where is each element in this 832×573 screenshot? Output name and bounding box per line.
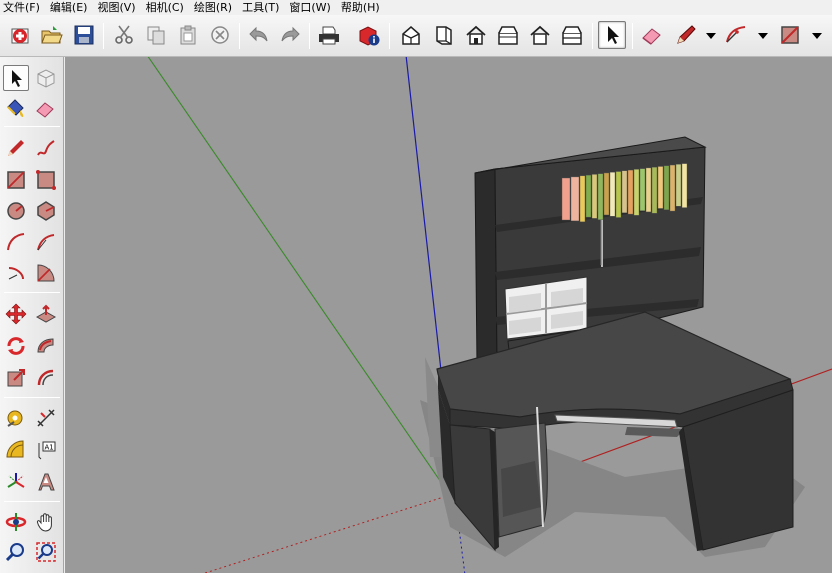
arc-icon[interactable] xyxy=(722,21,750,49)
sketchup-window: 文件(F) 编辑(E) 视图(V) 相机(C) 绘图(R) 工具(T) 窗口(W… xyxy=(0,0,832,573)
polygon-icon[interactable] xyxy=(33,198,59,224)
book xyxy=(615,171,622,218)
rotate-icon[interactable] xyxy=(3,333,29,359)
rectangle-dropdown-icon[interactable] xyxy=(812,33,822,39)
3d-text-icon[interactable] xyxy=(33,469,59,495)
menu-tools[interactable]: 工具(T) xyxy=(238,0,285,15)
model-info-icon[interactable] xyxy=(355,21,383,49)
menu-file[interactable]: 文件(F) xyxy=(0,0,46,15)
paint-bucket-icon[interactable] xyxy=(3,95,29,121)
book xyxy=(645,167,652,213)
book xyxy=(621,170,628,214)
book xyxy=(681,163,688,208)
select-arrow-icon[interactable] xyxy=(598,21,626,49)
eraser-icon[interactable] xyxy=(33,95,59,121)
left-tool-palette: A1 xyxy=(0,57,64,573)
undo-icon[interactable] xyxy=(245,21,273,49)
redo-icon[interactable] xyxy=(276,21,304,49)
move-icon[interactable] xyxy=(3,301,29,327)
pencil-line-icon[interactable] xyxy=(672,21,700,49)
zoom-window-icon[interactable] xyxy=(33,539,59,565)
arc-icon[interactable] xyxy=(3,229,29,255)
book xyxy=(603,172,610,216)
menu-camera[interactable]: 相机(C) xyxy=(142,0,190,15)
front-view-icon[interactable] xyxy=(462,21,490,49)
rectangle-icon[interactable] xyxy=(776,21,804,49)
orbit-icon[interactable] xyxy=(3,509,29,535)
book xyxy=(579,175,586,223)
dimension-icon[interactable] xyxy=(33,405,59,431)
copy-icon[interactable] xyxy=(142,21,170,49)
book xyxy=(627,169,634,215)
book xyxy=(585,174,592,218)
print-icon[interactable] xyxy=(315,21,343,49)
rectangle-icon[interactable] xyxy=(3,167,29,193)
top-view-icon[interactable] xyxy=(430,21,458,49)
push-pull-icon[interactable] xyxy=(33,301,59,327)
scale-icon[interactable] xyxy=(3,365,29,391)
circle-icon[interactable] xyxy=(3,198,29,224)
menu-view[interactable]: 视图(V) xyxy=(93,0,141,15)
freehand-icon[interactable] xyxy=(33,135,59,161)
book xyxy=(663,165,670,210)
follow-me-icon[interactable] xyxy=(33,333,59,359)
book xyxy=(609,172,616,217)
erase-delete-icon[interactable] xyxy=(206,21,234,49)
menu-draw[interactable]: 绘图(R) xyxy=(190,0,238,15)
axes-icon[interactable] xyxy=(3,469,29,495)
book xyxy=(591,174,598,219)
zoom-icon[interactable] xyxy=(3,539,29,565)
model-scene xyxy=(65,57,832,573)
tape-measure-icon[interactable] xyxy=(3,405,29,431)
menu-help[interactable]: 帮助(H) xyxy=(337,0,386,15)
book xyxy=(675,164,682,207)
iso-view-icon[interactable] xyxy=(397,21,425,49)
new-file-icon[interactable] xyxy=(6,21,34,49)
left-view-icon[interactable] xyxy=(558,21,586,49)
book xyxy=(570,176,580,222)
pie-icon[interactable] xyxy=(33,260,59,286)
paste-icon[interactable] xyxy=(174,21,202,49)
pan-hand-icon[interactable] xyxy=(33,509,59,535)
component-icon[interactable] xyxy=(33,65,59,91)
cut-icon[interactable] xyxy=(110,21,138,49)
menu-edit[interactable]: 编辑(E) xyxy=(46,0,94,15)
menu-window[interactable]: 窗口(W) xyxy=(285,0,336,15)
open-folder-icon[interactable] xyxy=(38,21,66,49)
line-pencil-icon[interactable] xyxy=(3,135,29,161)
book xyxy=(651,166,658,214)
book xyxy=(657,166,664,209)
book xyxy=(633,169,640,216)
eraser-icon[interactable] xyxy=(638,21,666,49)
book xyxy=(561,177,571,221)
back-view-icon[interactable] xyxy=(526,21,554,49)
rotated-rectangle-icon[interactable] xyxy=(33,167,59,193)
book xyxy=(597,173,604,220)
text-label-icon[interactable]: A1 xyxy=(33,437,59,463)
svg-text:A1: A1 xyxy=(45,444,54,452)
3d-viewport[interactable] xyxy=(65,57,832,573)
menu-bar: 文件(F) 编辑(E) 视图(V) 相机(C) 绘图(R) 工具(T) 窗口(W… xyxy=(0,0,832,15)
select-arrow-icon[interactable] xyxy=(3,65,29,91)
two-point-arc-icon[interactable] xyxy=(33,229,59,255)
right-view-icon[interactable] xyxy=(494,21,522,49)
three-point-arc-icon[interactable] xyxy=(3,260,29,286)
protractor-icon[interactable] xyxy=(3,437,29,463)
book xyxy=(639,168,646,211)
book xyxy=(669,164,676,212)
main-toolbar xyxy=(0,15,832,57)
arc-dropdown-icon[interactable] xyxy=(758,33,768,39)
save-icon[interactable] xyxy=(70,21,98,49)
pencil-dropdown-icon[interactable] xyxy=(706,33,716,39)
offset-icon[interactable] xyxy=(33,365,59,391)
